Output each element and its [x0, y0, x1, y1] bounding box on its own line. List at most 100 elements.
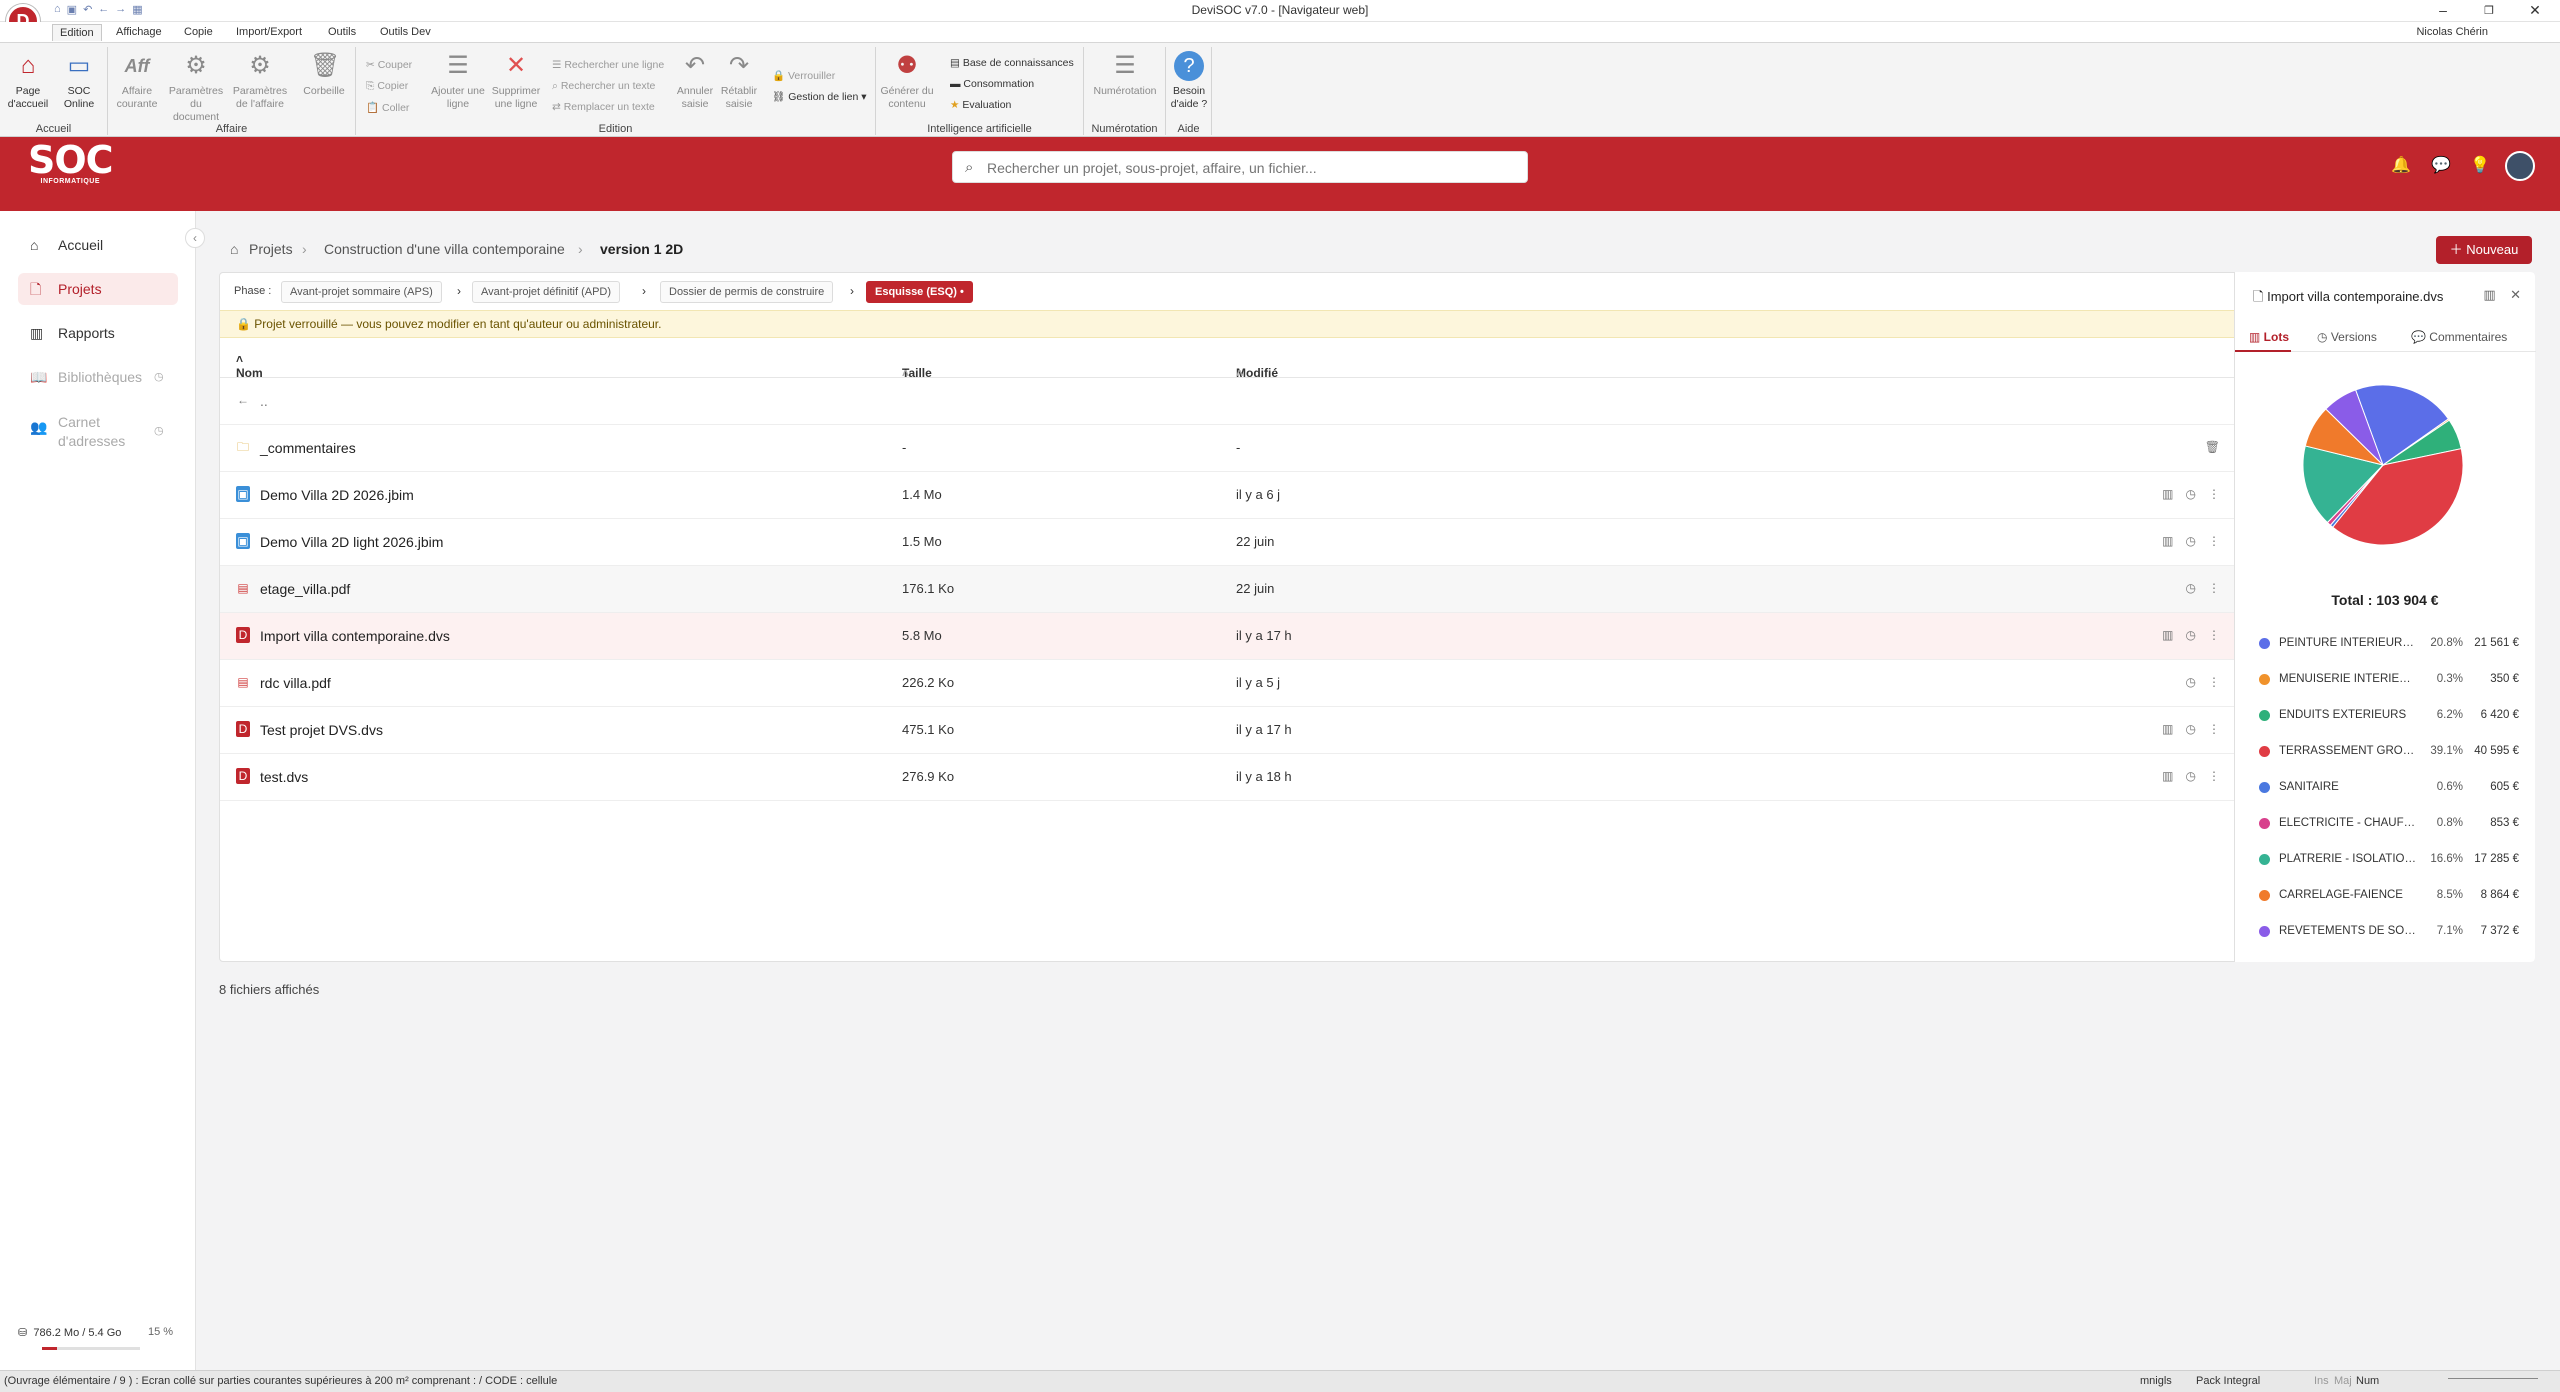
window-title: DeviSOC v7.0 - [Navigateur web]: [1191, 3, 1369, 17]
undo-icon[interactable]: ↶: [83, 3, 92, 16]
breadcrumb-projets[interactable]: Projets: [249, 241, 293, 257]
phase-aps[interactable]: Avant-projet sommaire (APS): [281, 281, 442, 303]
soc-online-button[interactable]: ▭ SOC Online: [56, 51, 102, 111]
ribbon-tab-edition[interactable]: Edition: [52, 24, 102, 41]
more-icon[interactable]: ⋮: [2208, 581, 2220, 595]
chat-icon[interactable]: 💬: [2431, 155, 2451, 175]
new-button[interactable]: ＋ Nouveau: [2436, 236, 2532, 264]
consommation-button[interactable]: ▬ Consommation: [950, 78, 1034, 90]
stats-icon[interactable]: ▥: [2162, 487, 2173, 501]
table-row[interactable]: Dtest.dvs 276.9 Ko il y a 18 h ▥ ◷ ⋮: [220, 754, 2234, 801]
phase-pc[interactable]: Dossier de permis de construire: [660, 281, 834, 303]
table-row[interactable]: D Test projet DVS.dvs 475.1 Ko il y a 17 h ▥…: [220, 707, 2234, 754]
breadcrumb-home-icon[interactable]: ⌂: [230, 241, 238, 257]
history-icon[interactable]: ◷: [2186, 628, 2196, 642]
lightbulb-icon[interactable]: 💡: [2470, 155, 2490, 175]
affaire-courante-button[interactable]: Aff Affaire courante: [112, 51, 162, 111]
more-icon[interactable]: ⋮: [2208, 675, 2220, 689]
row-actions: ◷ ⋮: [2186, 675, 2220, 689]
stats-icon[interactable]: ▥: [2162, 534, 2173, 548]
more-icon[interactable]: ⋮: [2208, 534, 2220, 548]
stats-icon[interactable]: ▥: [2162, 769, 2173, 783]
sidebar-item-carnet[interactable]: 👥 Carnet d'adresses ◷: [18, 410, 178, 454]
aide-button[interactable]: ? Besoin d'aide ?: [1168, 51, 1210, 111]
history-icon[interactable]: ◷: [2186, 769, 2196, 783]
retablir-saisie-button[interactable]: ↷ Rétablir saisie: [718, 51, 760, 111]
sidebar-item-accueil[interactable]: ⌂ Accueil: [18, 229, 178, 261]
param-document-button[interactable]: ⚙ Paramètres du document: [166, 51, 226, 124]
phase-esq[interactable]: Esquisse (ESQ) •: [866, 281, 973, 303]
gestion-lien-button[interactable]: ⛓ Gestion de lien ▾: [772, 90, 867, 103]
tab-commentaires[interactable]: 💬 Commentaires: [2411, 330, 2507, 344]
table-row[interactable]: D Import villa contemporaine.dvs 5.8 Mo il …: [220, 613, 2234, 660]
stats-icon[interactable]: ▥: [2162, 628, 2173, 642]
table-row[interactable]: ▣ Demo Villa 2D 2026.jbim 1.4 Mo il y a 6 j…: [220, 472, 2234, 519]
ribbon-tab-outils[interactable]: Outils: [328, 26, 356, 38]
tab-versions[interactable]: ◷ Versions: [2317, 330, 2377, 344]
sidebar-item-bibliotheques[interactable]: 📖 Bibliothèques ◷: [18, 361, 178, 393]
zoom-slider[interactable]: [2448, 1378, 2538, 1386]
stats-icon[interactable]: ▥: [2162, 722, 2173, 736]
forward-icon[interactable]: →: [115, 3, 126, 16]
breadcrumb-project[interactable]: Construction d'une villa contemporaine: [324, 241, 565, 257]
coller-button[interactable]: 📋 Coller: [366, 101, 409, 114]
tab-lots[interactable]: ▥ Lots: [2249, 330, 2289, 344]
couper-button[interactable]: ✂ Couper: [366, 59, 412, 71]
history-icon[interactable]: ◷: [2186, 675, 2196, 689]
phase-apd[interactable]: Avant-projet définitif (APD): [472, 281, 621, 303]
more-icon[interactable]: ⋮: [2208, 487, 2220, 501]
copier-button[interactable]: ⎘ Copier: [366, 80, 408, 93]
corbeille-button[interactable]: 🗑 Corbeille: [300, 51, 348, 98]
more-icon[interactable]: ⋮: [2208, 628, 2220, 642]
base-connaissances-button[interactable]: ▤ Base de connaissances: [950, 57, 1074, 69]
ribbon-tab-outils-dev[interactable]: Outils Dev: [380, 26, 431, 38]
restore-icon[interactable]: ❐: [2474, 4, 2504, 17]
table-row[interactable]: ▣ Demo Villa 2D light 2026.jbim 1.5 Mo 22 j…: [220, 519, 2234, 566]
trash-icon[interactable]: 🗑: [2205, 440, 2220, 454]
param-affaire-button[interactable]: ⚙ Paramètres de l'affaire: [230, 51, 290, 111]
close-icon[interactable]: ✕: [2520, 2, 2550, 19]
sidebar-item-rapports[interactable]: ▥ Rapports: [18, 317, 178, 349]
avatar[interactable]: [2505, 151, 2535, 181]
col-name-header[interactable]: Nom ˄: [236, 352, 263, 380]
grid-icon[interactable]: ▦: [132, 3, 142, 16]
book-icon: 📖: [30, 369, 48, 385]
ribbon-tab-affichage[interactable]: Affichage: [116, 26, 162, 38]
history-icon[interactable]: ◷: [2186, 581, 2196, 595]
rechercher-ligne-button[interactable]: ☰ Rechercher une ligne: [552, 59, 664, 71]
home-icon[interactable]: ⌂: [54, 3, 61, 16]
ajouter-ligne-button[interactable]: ☰ Ajouter une ligne: [428, 51, 488, 111]
search-input[interactable]: [987, 157, 1507, 179]
table-row[interactable]: ▤ rdc villa.pdf 226.2 Ko il y a 5 j ◷ ⋮: [220, 660, 2234, 707]
remplacer-texte-button[interactable]: ⇄ Remplacer un texte: [552, 101, 655, 113]
quick-access-toolbar[interactable]: ⌂ ▣ ↶ ← → ▦: [54, 3, 143, 16]
table-row[interactable]: ▤ etage_villa.pdf 176.1 Ko 22 juin ◷ ⋮: [220, 566, 2234, 613]
close-icon[interactable]: ✕: [2510, 287, 2521, 302]
supprimer-ligne-button[interactable]: ✕ Supprimer une ligne: [486, 51, 546, 111]
print-icon[interactable]: ▣: [67, 3, 77, 16]
more-icon[interactable]: ⋮: [2208, 722, 2220, 736]
evaluation-button[interactable]: ★ Evaluation: [950, 99, 1011, 111]
ribbon-tab-copie[interactable]: Copie: [184, 26, 213, 38]
numerotation-button[interactable]: ☰ Numérotation: [1090, 51, 1160, 98]
notifications-icon[interactable]: 🔔: [2391, 155, 2411, 175]
back-icon[interactable]: ←: [98, 3, 109, 16]
sidebar-item-projets[interactable]: 🗋 Projets: [18, 273, 178, 305]
history-icon[interactable]: ◷: [2186, 487, 2196, 501]
ribbon-tab-import-export[interactable]: Import/Export: [236, 26, 302, 38]
table-row[interactable]: 🗀 _commentaires - - 🗑: [220, 425, 2234, 472]
generer-contenu-button[interactable]: ⚉ Générer du contenu: [880, 51, 934, 111]
rechercher-texte-button[interactable]: ⌕ Rechercher un texte: [552, 80, 655, 93]
more-icon[interactable]: ⋮: [2208, 769, 2220, 783]
sidebar-collapse-button[interactable]: ‹: [185, 228, 205, 248]
soc-logo[interactable]: SOC INFORMATIQUE: [28, 141, 114, 185]
global-search[interactable]: ⌕: [952, 151, 1528, 183]
minimize-icon[interactable]: –: [2428, 2, 2458, 18]
chart-icon[interactable]: ▥: [2483, 287, 2495, 302]
verrouiller-button[interactable]: 🔒 Verrouiller: [772, 69, 835, 82]
history-icon[interactable]: ◷: [2186, 722, 2196, 736]
annuler-saisie-button[interactable]: ↶ Annuler saisie: [674, 51, 716, 111]
back-row[interactable]: ← ..: [220, 378, 2234, 425]
home-page-button[interactable]: ⌂ Page d'accueil: [6, 51, 50, 111]
history-icon[interactable]: ◷: [2186, 534, 2196, 548]
